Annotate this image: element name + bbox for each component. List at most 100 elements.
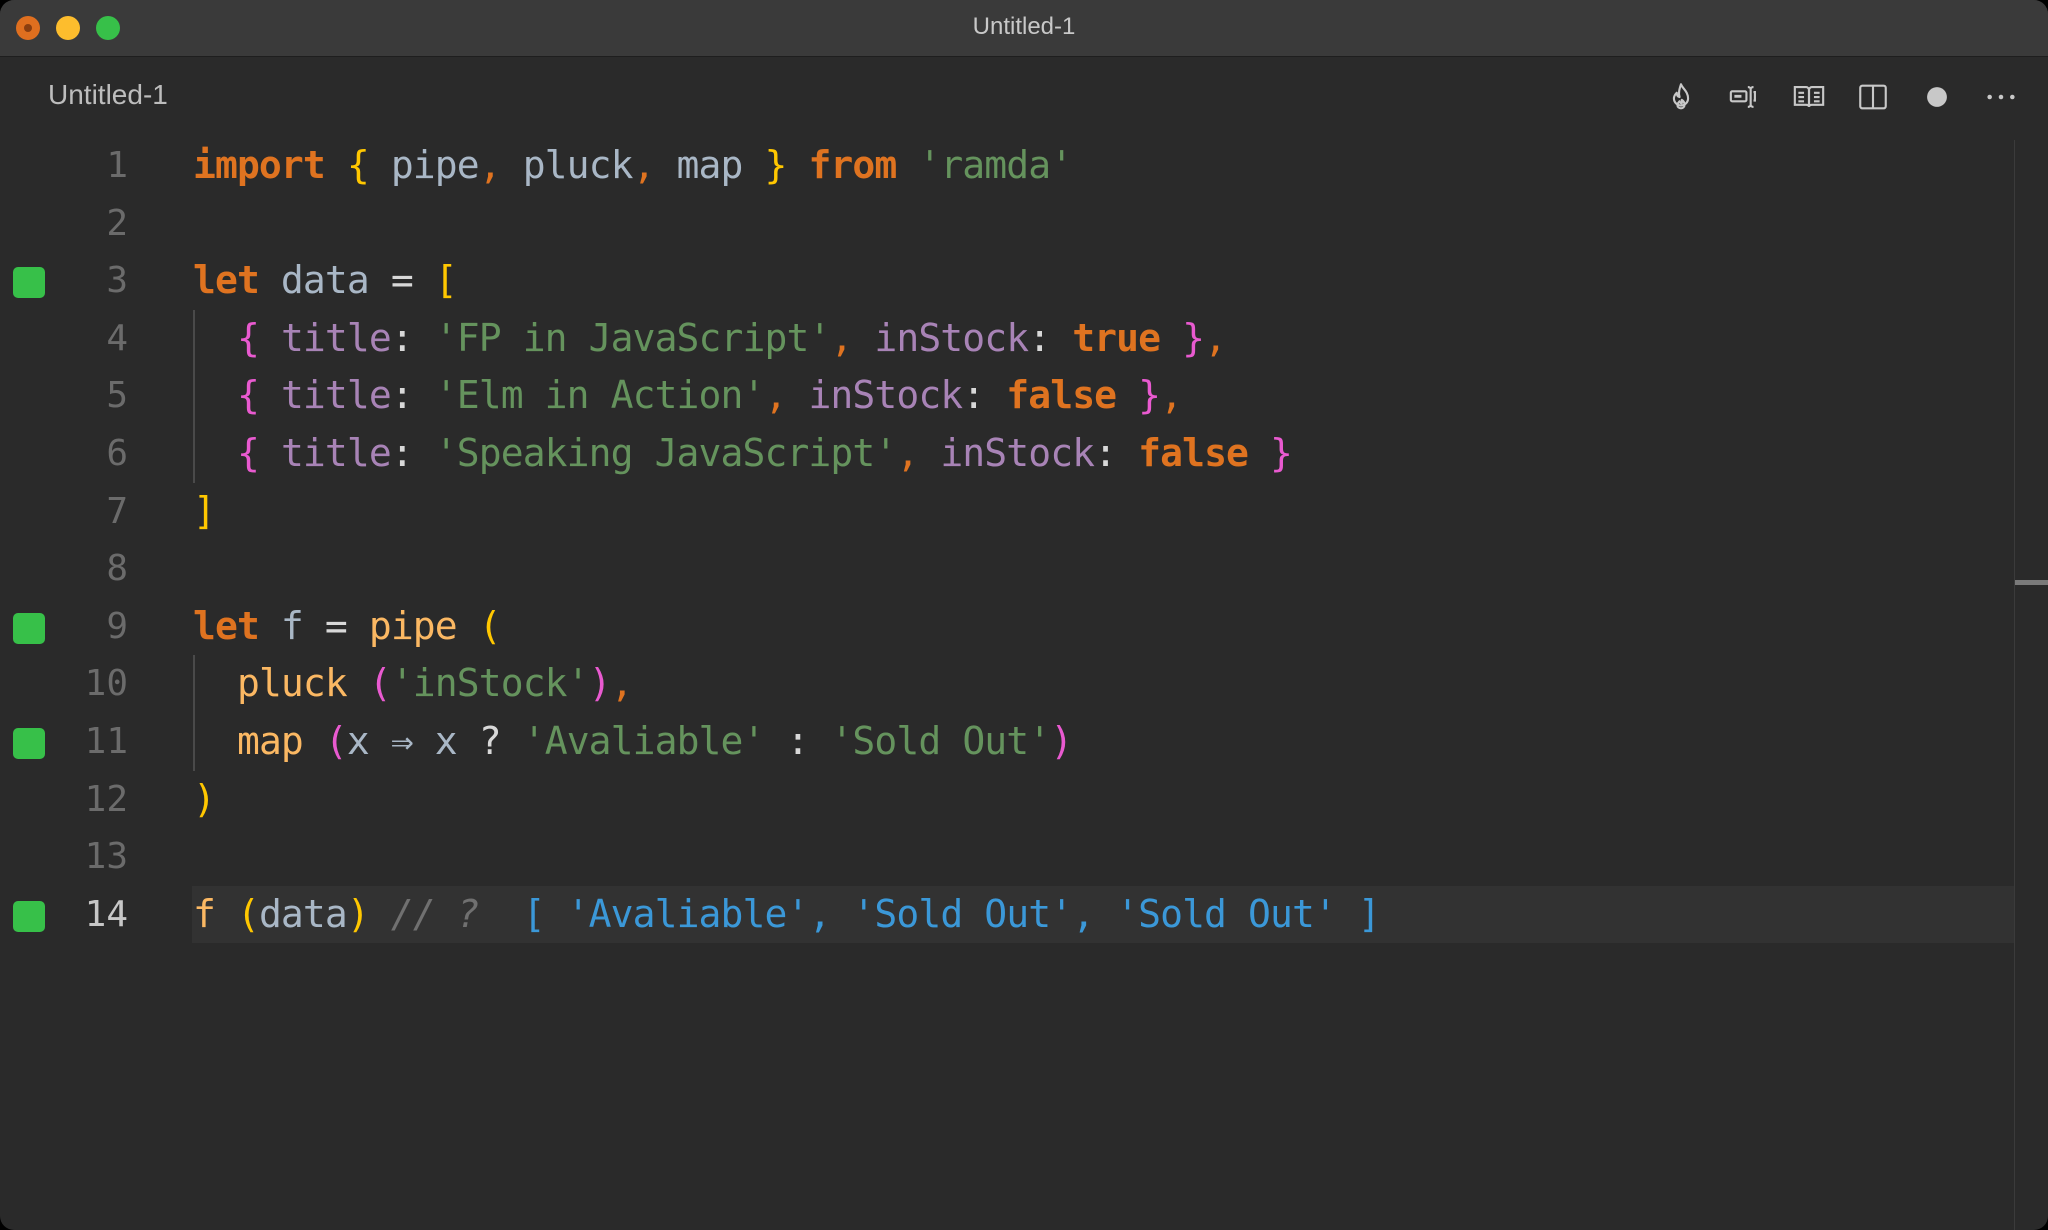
code-token: x (412, 719, 479, 763)
line-number: 14 (84, 893, 128, 935)
line-number: 10 (84, 663, 128, 705)
indent-guide (193, 655, 195, 771)
code-token: { (236, 373, 260, 418)
editor-tab-bar: Untitled-1 (0, 57, 2048, 137)
coverage-marker[interactable] (13, 267, 45, 299)
code-token: , (830, 315, 853, 360)
code-line[interactable]: 14 f (data) // ? [ 'Avaliable', 'Sold Out… (0, 885, 2014, 944)
line-number: 12 (84, 778, 128, 820)
live-value-button[interactable] (1726, 78, 1764, 116)
code-token: : (1094, 431, 1117, 475)
line-number: 3 (106, 260, 128, 302)
code-token: inStock (940, 431, 1095, 475)
code-line[interactable]: 12) (0, 771, 2014, 829)
code-token: : (390, 431, 414, 475)
code-token: 'Elm in Action' (434, 373, 766, 418)
code-token: = (390, 258, 414, 303)
code-token: } (764, 143, 787, 187)
code-token: ] (193, 488, 216, 533)
code-line[interactable]: 9 let f = pipe ( (0, 598, 2014, 656)
more-actions-button[interactable] (1982, 78, 2020, 116)
code-token: inStock (874, 315, 1029, 360)
code-token: title (280, 315, 392, 360)
code-token: , (1204, 315, 1227, 360)
open-preview-button[interactable] (1790, 78, 1828, 116)
code-line[interactable]: 1 import { pipe, pluck, map } from 'ramda… (0, 137, 2014, 195)
line-number: 6 (106, 433, 128, 474)
code-token: ) (588, 661, 612, 706)
code-text: { title: 'FP in JavaScript', inStock: tr… (193, 315, 1227, 360)
code-token: } (1138, 373, 1161, 418)
code-text: let data = [ (193, 258, 458, 303)
more-icon (1987, 94, 2015, 100)
code-token: { (236, 431, 260, 475)
code-text: { title: 'Elm in Action', inStock: false… (193, 373, 1183, 418)
code-token: f (258, 603, 325, 648)
code-token: f (193, 891, 216, 936)
code-token: title (280, 431, 392, 475)
indent-guide (193, 309, 195, 483)
coverage-marker[interactable] (13, 612, 45, 644)
code-token: } (1182, 315, 1205, 360)
code-line[interactable]: 10 pluck ('inStock'), (0, 655, 2014, 713)
flame-icon (1672, 83, 1690, 110)
tab-untitled-1[interactable]: Untitled-1 (48, 79, 168, 111)
coverage-marker[interactable] (13, 728, 45, 759)
code-token: ( (236, 891, 260, 936)
code-token: = (324, 603, 348, 648)
quokka-button[interactable] (1662, 78, 1700, 116)
code-token: } (1270, 431, 1293, 475)
editor-window: Untitled-1 Untitled-1 1 import {pipe, p… (0, 0, 2048, 1230)
code-token: , (478, 143, 502, 187)
unsaved-indicator[interactable] (1918, 78, 1956, 116)
split-editor-icon (1859, 84, 1887, 110)
code-line[interactable]: 3 let data = [ (0, 252, 2014, 310)
coverage-marker[interactable] (13, 900, 45, 932)
code-token: pipe (368, 603, 458, 648)
line-number: 8 (106, 548, 128, 590)
vertical-scrollbar[interactable] (2014, 140, 2048, 1230)
line-number: 4 (106, 317, 128, 359)
code-token: , (1160, 373, 1183, 418)
code-text: pluck ('inStock'), (193, 661, 634, 706)
code-token: title (280, 373, 392, 418)
code-line[interactable]: 5 { title: 'Elm in Action', inStock: fal… (0, 367, 2014, 425)
code-line[interactable]: 11 map (x ⇒ x ? 'Avaliable' : 'Sold Out'… (0, 713, 2014, 771)
code-token: 'Sold Out' (830, 719, 1051, 763)
unsaved-dot-icon (1927, 87, 1947, 107)
line-number: 11 (84, 721, 128, 762)
code-line[interactable]: 8 (0, 540, 2014, 598)
split-editor-button[interactable] (1854, 78, 1892, 116)
code-text: import { pipe, pluck, map } from 'ramda' (193, 143, 1073, 187)
window-title: Untitled-1 (972, 13, 1076, 40)
text-cursor-icon (1729, 86, 1756, 108)
code-token: data (258, 258, 391, 303)
editor-toolbar (1662, 73, 2020, 121)
code-line[interactable]: 4 { title: 'FP in JavaScript', inStock: … (0, 310, 2014, 368)
code-text: f (data) // ? [ 'Avaliable', 'Sold Out',… (193, 891, 1381, 936)
book-icon (1793, 86, 1825, 108)
code-text: ) (193, 777, 216, 821)
code-line[interactable]: 2 (0, 195, 2014, 253)
code-line[interactable]: 7] (0, 483, 2014, 541)
code-line[interactable]: 6 { title: 'Speaking JavaScript', inStoc… (0, 425, 2014, 483)
code-token: : (390, 315, 414, 360)
scrollbar-position-indicator[interactable] (2015, 580, 2048, 585)
live-result-value: [ 'Avaliable', 'Sold Out', 'Sold Out' ] (522, 891, 1381, 936)
code-token: map (236, 719, 304, 763)
code-token: 'ramda' (918, 143, 1073, 187)
code-token: pluck (236, 661, 348, 706)
code-line[interactable]: 13 (0, 828, 2014, 886)
code-token: 'Speaking JavaScript' (434, 431, 897, 475)
code-editor[interactable]: 1 import { pipe, pluck, map } from 'ramda… (0, 137, 2048, 1230)
